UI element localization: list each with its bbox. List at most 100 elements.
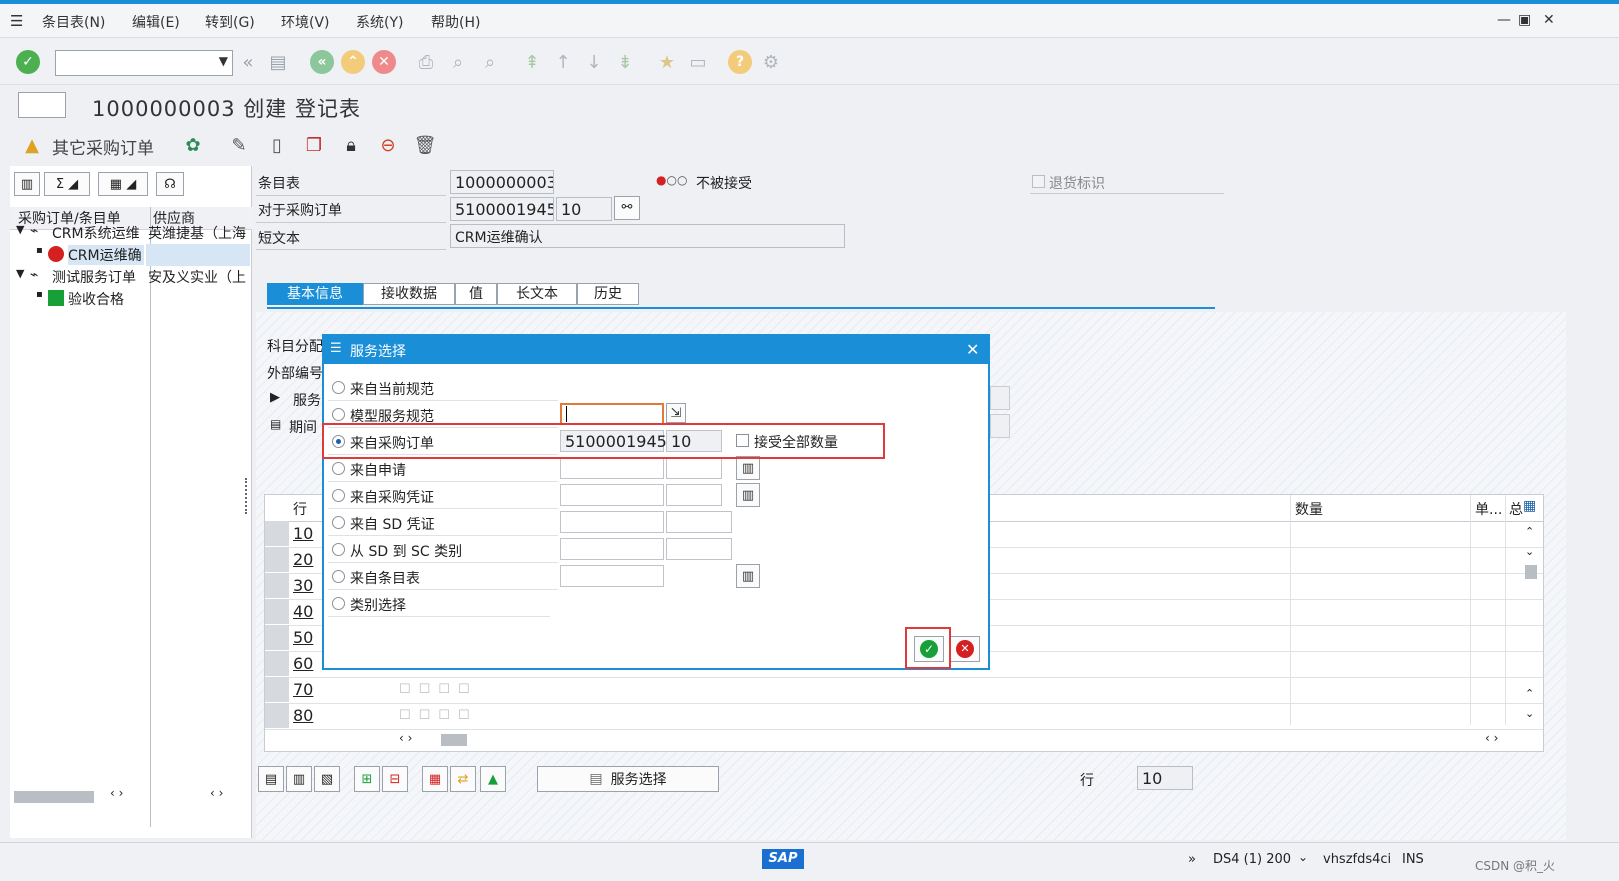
maximize-icon[interactable]: ▣: [1518, 12, 1531, 28]
sd-doc-input[interactable]: [560, 511, 664, 533]
find-next-icon[interactable]: ⌕: [478, 50, 502, 74]
enter-icon[interactable]: ✓: [16, 50, 40, 74]
option-sd-to-sc[interactable]: 从 SD 到 SC 类别: [328, 540, 558, 563]
last-page-icon[interactable]: ⇟: [613, 50, 637, 74]
cancel-icon[interactable]: ✕: [372, 50, 396, 74]
chevron-down-icon[interactable]: ⌄: [1298, 850, 1308, 864]
scroll-right-icon[interactable]: ‹ ›: [210, 786, 223, 800]
insert-row-icon[interactable]: ⊞: [354, 766, 380, 792]
search-help-icon[interactable]: ⇲: [666, 403, 686, 423]
tree-hscrollbar[interactable]: [14, 791, 94, 803]
po-item-field[interactable]: 10: [556, 197, 612, 221]
details-icon[interactable]: ▤: [258, 766, 284, 792]
row-number[interactable]: 80: [293, 706, 313, 725]
scroll-down-icon[interactable]: ⌄: [1525, 545, 1534, 558]
expand-triangle-icon[interactable]: ▶: [270, 390, 280, 405]
sd-to-sc-item-input[interactable]: [666, 538, 732, 560]
minimize-icon[interactable]: —: [1497, 12, 1511, 28]
lock-icon[interactable]: 🔒︎: [339, 133, 363, 157]
tab-basic-info[interactable]: 基本信息: [267, 283, 363, 305]
menu-environment[interactable]: 环境(V): [281, 12, 330, 32]
chevron-down-icon[interactable]: ▼: [16, 223, 24, 236]
row-number[interactable]: 20: [293, 550, 313, 569]
menu-goto[interactable]: 转到(G): [205, 12, 255, 32]
option-from-sd-doc[interactable]: 来自 SD 凭证: [328, 513, 558, 536]
menu-system[interactable]: 系统(Y): [356, 12, 403, 32]
settings-gear-icon[interactable]: ⚙: [759, 50, 783, 74]
other-po-button[interactable]: 其它采购订单: [52, 134, 154, 159]
row-number[interactable]: 70: [293, 680, 313, 699]
back-icon[interactable]: «: [310, 50, 334, 74]
sum-icon[interactable]: Σ ◢: [44, 172, 90, 196]
calendar-date-icon[interactable]: ▦: [422, 766, 448, 792]
tab-values[interactable]: 值: [455, 283, 497, 305]
row-checkboxes[interactable]: ☐☐☐☐: [399, 682, 478, 697]
radio-button[interactable]: [332, 570, 345, 583]
command-field[interactable]: ▼: [55, 50, 233, 76]
revoke-acceptance-icon[interactable]: ⊖: [376, 133, 400, 157]
row-selector[interactable]: [265, 651, 289, 676]
transfer-icon[interactable]: ⇄: [450, 766, 476, 792]
po-number-field[interactable]: 5100001945: [450, 197, 554, 221]
chevron-down-icon[interactable]: ▼: [16, 267, 24, 280]
return-flag-checkbox[interactable]: [1032, 175, 1045, 188]
table-row[interactable]: 70 ☐☐☐☐: [265, 677, 1543, 704]
copy-icon[interactable]: ❐: [302, 133, 326, 157]
radio-button[interactable]: [332, 408, 345, 421]
delete-icon[interactable]: 🗑︎: [413, 133, 437, 157]
chart-icon[interactable]: ▲: [480, 766, 506, 792]
short-text-field[interactable]: CRM运维确认: [450, 224, 845, 248]
row-number[interactable]: 30: [293, 576, 313, 595]
expand-status-icon[interactable]: »: [1188, 852, 1196, 867]
close-icon[interactable]: ✕: [966, 340, 979, 359]
current-row-field[interactable]: 10: [1137, 766, 1193, 790]
tab-acceptance-data[interactable]: 接收数据: [363, 283, 455, 305]
binoculars-icon[interactable]: ▥: [736, 564, 760, 588]
sd-to-sc-input[interactable]: [560, 538, 664, 560]
sd-doc-item-input[interactable]: [666, 511, 732, 533]
row-selector[interactable]: [265, 677, 289, 702]
radio-button[interactable]: [332, 516, 345, 529]
row-number[interactable]: 10: [293, 524, 313, 543]
purch-doc-input[interactable]: [560, 484, 664, 506]
binoculars-icon[interactable]: ▥: [14, 172, 40, 196]
scroll-left-icon[interactable]: ‹ ›: [110, 786, 123, 800]
cancel-button[interactable]: ✕: [950, 636, 980, 662]
radio-button[interactable]: [332, 543, 345, 556]
option-current-spec[interactable]: 来自当前规范: [328, 378, 558, 401]
other-po-icon[interactable]: ▲: [20, 133, 44, 157]
panel-splitter[interactable]: [245, 478, 249, 514]
check-icon[interactable]: ✎: [227, 133, 251, 157]
new-document-icon[interactable]: ▯: [265, 133, 289, 157]
model-spec-input[interactable]: [560, 403, 664, 425]
scroll-up-icon[interactable]: ⌃: [1525, 525, 1534, 538]
option-category-select[interactable]: 类别选择: [328, 594, 550, 617]
radio-button[interactable]: [332, 462, 345, 475]
shortcut-icon[interactable]: ▭: [686, 50, 710, 74]
entry-sheet-input[interactable]: [560, 565, 664, 587]
menu-help[interactable]: 帮助(H): [431, 12, 480, 32]
display-change-icon[interactable]: ✿: [181, 133, 205, 157]
requisition-item-input[interactable]: [666, 457, 722, 479]
table-row[interactable]: 80 ☐☐☐☐: [265, 703, 1543, 730]
print-icon[interactable]: ⎙: [414, 50, 438, 74]
row-selector[interactable]: [265, 703, 289, 728]
binoculars-icon[interactable]: ▥: [736, 456, 760, 480]
row-number[interactable]: 40: [293, 602, 313, 621]
option-from-entry-sheet[interactable]: 来自条目表: [328, 567, 558, 590]
entry-sheet-field[interactable]: 1000000003: [450, 170, 554, 194]
row-selector[interactable]: [265, 599, 289, 624]
help-icon[interactable]: ?: [728, 50, 752, 74]
prev-page-icon[interactable]: ↑: [551, 50, 575, 74]
tab-long-text[interactable]: 长文本: [497, 283, 577, 305]
table-settings-icon[interactable]: ▦: [1523, 498, 1536, 514]
find-icon[interactable]: ⌕: [446, 50, 470, 74]
row-checkboxes[interactable]: ☐☐☐☐: [399, 708, 478, 723]
next-page-icon[interactable]: ↓: [582, 50, 606, 74]
tree-node-entry-test[interactable]: ▪ 验收合格: [10, 288, 252, 310]
row-selector[interactable]: [265, 625, 289, 650]
menu-icon[interactable]: ☰: [10, 12, 23, 30]
purch-doc-item-input[interactable]: [666, 484, 722, 506]
exit-icon[interactable]: ⌃: [341, 50, 365, 74]
hscroll-arrows-icon[interactable]: ‹ ›: [1485, 731, 1498, 745]
